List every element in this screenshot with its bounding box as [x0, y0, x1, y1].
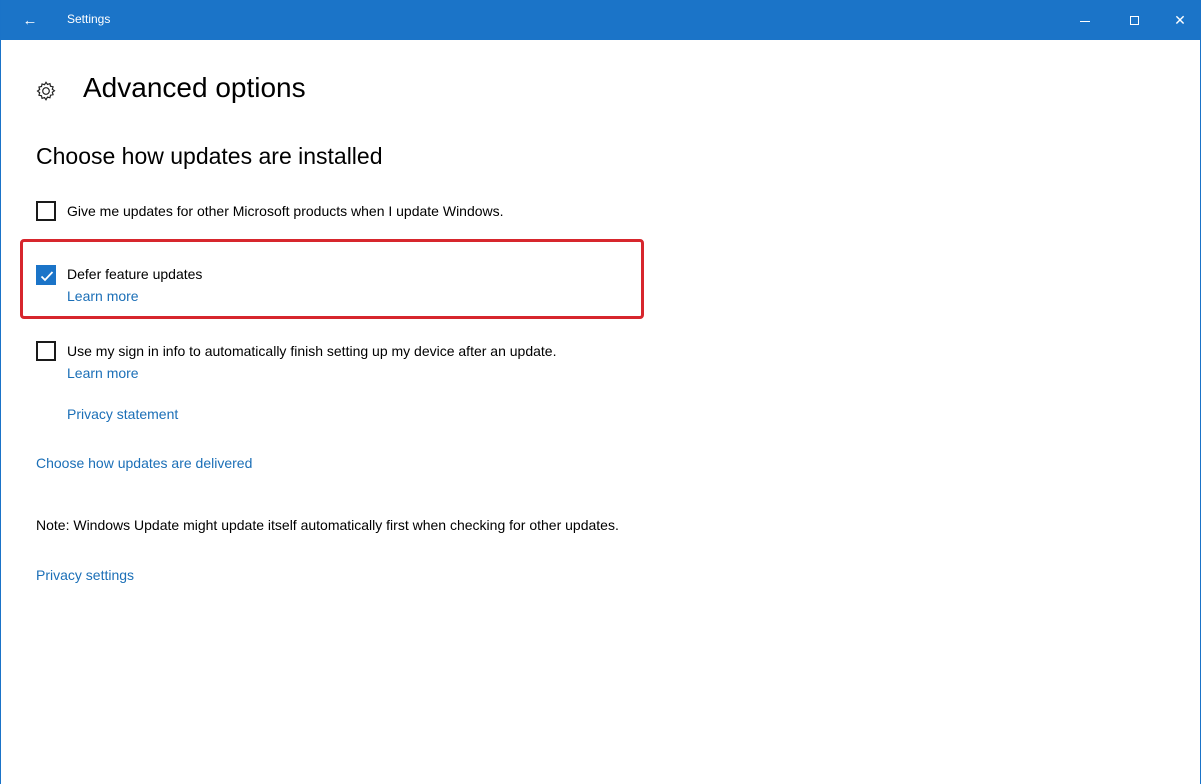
minimize-button[interactable]	[1062, 0, 1108, 40]
privacy-settings-link[interactable]: Privacy settings	[36, 567, 134, 583]
learn-more-link-defer[interactable]: Learn more	[67, 288, 139, 304]
settings-window: ← Settings ✕ Advanced options Choose how…	[0, 0, 1201, 784]
windows-update-note: Note: Windows Update might update itself…	[36, 517, 619, 533]
page-title: Advanced options	[83, 72, 306, 103]
maximize-icon	[1129, 15, 1139, 25]
title-bar: ← Settings ✕	[1, 0, 1200, 40]
minimize-icon	[1080, 20, 1090, 22]
gear-icon	[36, 81, 56, 101]
window-title: Settings	[67, 12, 111, 26]
close-button[interactable]: ✕	[1157, 0, 1203, 40]
checkbox-other-microsoft-products[interactable]	[36, 201, 56, 221]
choose-delivery-link[interactable]: Choose how updates are delivered	[36, 455, 252, 471]
checkmark-icon	[40, 271, 54, 282]
privacy-statement-link[interactable]: Privacy statement	[67, 406, 178, 422]
learn-more-link-sign-in[interactable]: Learn more	[67, 365, 139, 381]
close-icon: ✕	[1174, 11, 1186, 28]
checkbox-use-sign-in-info[interactable]	[36, 341, 56, 361]
back-arrow-icon[interactable]: ←	[15, 6, 45, 34]
checkbox-label-sign-in-info[interactable]: Use my sign in info to automatically fin…	[67, 343, 556, 359]
checkbox-defer-feature-updates[interactable]	[36, 265, 56, 285]
checkbox-label-other-products[interactable]: Give me updates for other Microsoft prod…	[67, 203, 504, 219]
section-heading-install: Choose how updates are installed	[36, 143, 383, 169]
maximize-button[interactable]	[1111, 0, 1157, 40]
checkbox-label-defer-feature-updates[interactable]: Defer feature updates	[67, 266, 202, 282]
